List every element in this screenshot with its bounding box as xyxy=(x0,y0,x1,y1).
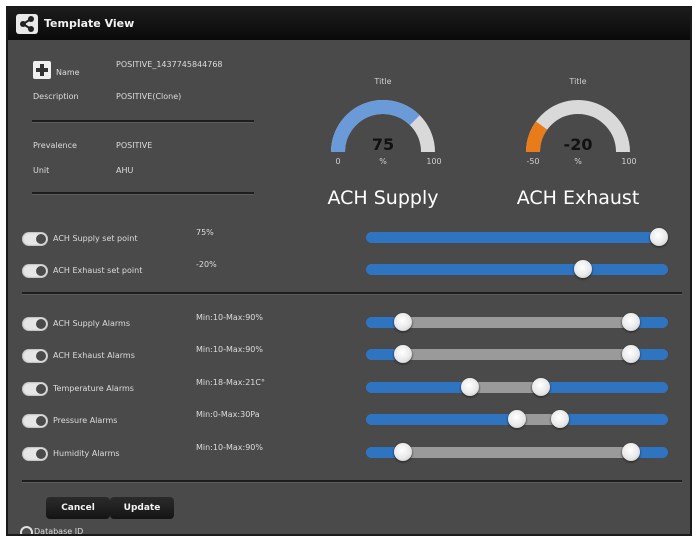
alarm-min-thumb[interactable] xyxy=(460,378,479,396)
alarm-label: ACH Supply Alarms xyxy=(53,319,130,328)
gauge-caption: ACH Exhaust xyxy=(517,187,640,209)
alarm-label: Pressure Alarms xyxy=(53,416,118,425)
alarm-toggle[interactable] xyxy=(22,382,48,396)
alarm-min-thumb[interactable] xyxy=(394,443,413,461)
alarm-range-text: Min:0-Max:30Pa xyxy=(196,410,260,419)
setpoint-toggle[interactable] xyxy=(22,232,48,246)
add-icon[interactable] xyxy=(33,61,51,79)
info-divider-2 xyxy=(32,192,254,195)
alarm-label: Temperature Alarms xyxy=(53,384,134,393)
alarm-max-thumb[interactable] xyxy=(621,345,640,363)
gauge-value-text: -20 xyxy=(564,135,593,154)
alarm-toggle[interactable] xyxy=(22,317,48,331)
info-divider-1 xyxy=(32,120,254,123)
gauge-title: Title xyxy=(568,77,586,86)
setpoint-slider-track[interactable] xyxy=(366,232,668,243)
alarm-max-thumb[interactable] xyxy=(621,443,640,461)
alarm-selected-range xyxy=(469,382,541,393)
template-view-window: Template View Name POSITIVE_143774584476… xyxy=(6,6,692,536)
gauge-svg: Title -20% -50 100 ACH Exhaust xyxy=(517,77,640,209)
alarm-selected-range xyxy=(403,447,631,458)
alarm-toggle[interactable] xyxy=(22,447,48,461)
prevalence-value: POSITIVE xyxy=(116,141,153,150)
section-divider xyxy=(22,292,682,295)
ach-exhaust-gauge: Title -20% -50 100 ACH Exhaust xyxy=(503,60,653,220)
alarm-label: ACH Exhaust Alarms xyxy=(53,351,135,360)
alarm-toggle[interactable] xyxy=(22,349,48,363)
prevalence-label: Prevalence xyxy=(33,141,77,150)
database-id-radio-icon[interactable] xyxy=(20,526,33,534)
alarm-range-text: Min:10-Max:90% xyxy=(196,313,263,322)
gauge-value-text: 75 xyxy=(372,135,394,154)
share-icon xyxy=(16,14,38,34)
gauge-title: Title xyxy=(373,77,391,86)
gauge-max-label: 100 xyxy=(621,157,636,166)
setpoint-value: -20% xyxy=(196,260,217,269)
unit-label: Unit xyxy=(33,166,50,175)
setpoint-label: ACH Exhaust set point xyxy=(53,266,143,275)
description-value: POSITIVE(Clone) xyxy=(116,92,182,101)
setpoint-slider-thumb[interactable] xyxy=(650,228,668,246)
gauge-unit: % xyxy=(379,157,387,166)
window-title: Template View xyxy=(44,17,135,30)
setpoint-value: 75% xyxy=(196,228,214,237)
cancel-button[interactable]: Cancel xyxy=(46,497,110,519)
alarm-max-thumb[interactable] xyxy=(531,378,550,396)
alarm-range-text: Min:10-Max:90% xyxy=(196,443,263,452)
setpoint-slider-track[interactable] xyxy=(366,264,668,275)
name-label: Name xyxy=(56,68,80,77)
alarm-toggle[interactable] xyxy=(22,414,48,428)
alarm-min-thumb[interactable] xyxy=(394,313,413,331)
bottom-divider xyxy=(22,480,682,483)
alarm-max-thumb[interactable] xyxy=(550,410,569,428)
setpoint-label: ACH Supply set point xyxy=(53,234,138,243)
gauge-min-label: 0 xyxy=(335,157,340,166)
gauge-max-label: 100 xyxy=(426,157,441,166)
alarm-label: Humidity Alarms xyxy=(53,449,120,458)
setpoint-slider-thumb[interactable] xyxy=(574,260,593,278)
ach-supply-gauge: Title 75% 0 100 ACH Supply xyxy=(308,60,458,220)
name-value: POSITIVE_1437745844768 xyxy=(116,60,223,69)
description-label: Description xyxy=(33,92,79,101)
gauge-value-arc xyxy=(526,121,548,153)
alarm-selected-range xyxy=(403,317,631,328)
database-id-label: Database ID xyxy=(34,527,84,536)
alarm-range-text: Min:10-Max:90% xyxy=(196,345,263,354)
title-bar: Template View xyxy=(8,8,690,40)
unit-value: AHU xyxy=(116,166,134,175)
gauge-min-label: -50 xyxy=(526,157,539,166)
gauge-unit: % xyxy=(574,157,582,166)
alarm-min-thumb[interactable] xyxy=(394,345,413,363)
alarm-range-text: Min:18-Max:21C° xyxy=(196,378,265,387)
alarm-max-thumb[interactable] xyxy=(621,313,640,331)
alarm-selected-range xyxy=(403,349,631,360)
update-button[interactable]: Update xyxy=(110,497,174,519)
gauge-caption: ACH Supply xyxy=(327,187,438,209)
setpoint-toggle[interactable] xyxy=(22,264,48,278)
alarm-min-thumb[interactable] xyxy=(508,410,526,428)
gauge-svg: Title 75% 0 100 ACH Supply xyxy=(327,77,441,209)
